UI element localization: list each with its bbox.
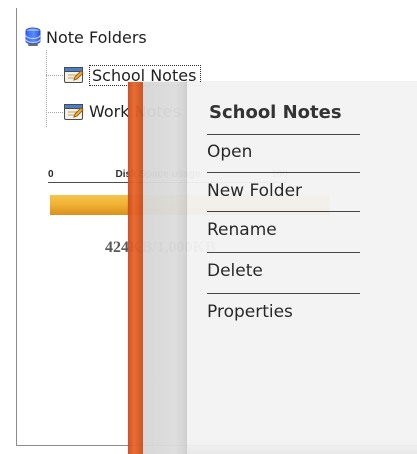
context-menu-divider-open (207, 172, 360, 173)
context-menu-rename[interactable]: Rename (207, 216, 377, 244)
tree-guide-vertical (46, 50, 47, 127)
tree-guide-school (46, 75, 63, 76)
database-icon (24, 27, 42, 49)
context-menu-bottom-shade (187, 440, 417, 454)
context-menu-divider-new-folder (207, 211, 360, 212)
notepad-icon (63, 102, 85, 122)
context-menu-delete[interactable]: Delete (207, 257, 377, 285)
tree-root-note-folders[interactable]: Note Folders (24, 25, 324, 51)
context-menu-new-folder[interactable]: New Folder (207, 177, 377, 205)
context-menu: School Notes Open New Folder Rename Dele… (128, 82, 417, 454)
disk-usage-min: 0 (48, 168, 54, 180)
context-menu-accent (128, 82, 143, 454)
context-menu-divider-title (207, 134, 360, 135)
context-menu-open[interactable]: Open (207, 138, 377, 166)
app-frame: Note Folders School Notes Work 0 Disk Sc… (0, 0, 417, 454)
context-menu-divider-rename (207, 252, 360, 253)
tree-root-label: Note Folders (46, 28, 147, 47)
context-menu-gutter (143, 82, 187, 454)
context-menu-title: School Notes (209, 102, 342, 123)
tree-guide-work (46, 112, 63, 113)
context-menu-divider-delete (207, 293, 360, 294)
context-menu-content: School Notes Open New Folder Rename Dele… (187, 82, 417, 454)
context-menu-properties[interactable]: Properties (207, 298, 377, 326)
notepad-icon (63, 65, 85, 85)
